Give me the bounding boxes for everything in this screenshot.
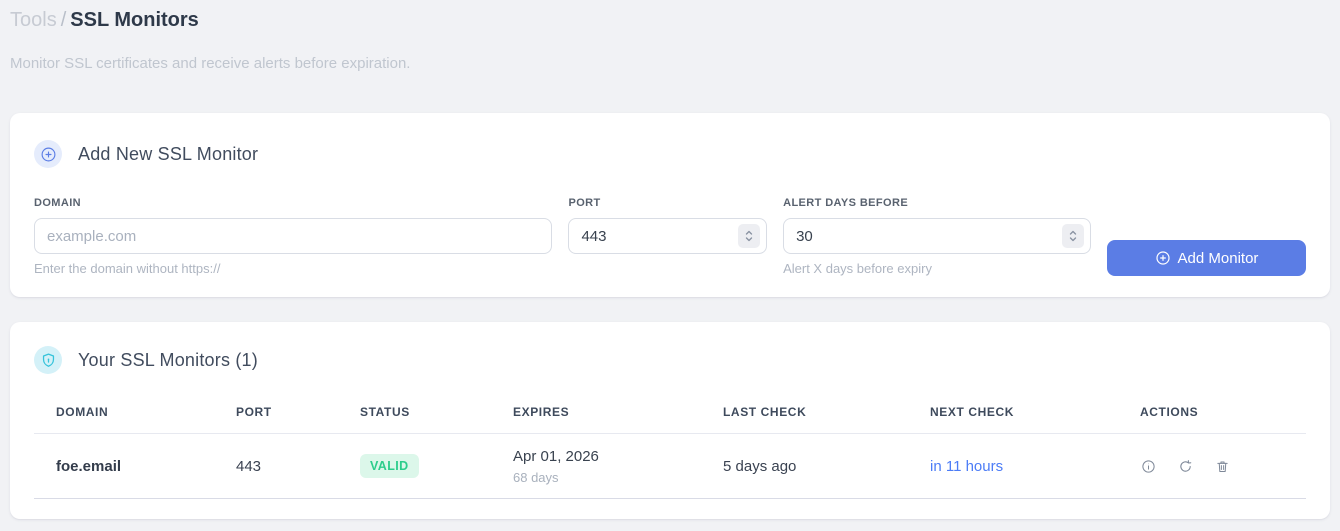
alert-days-stepper[interactable] xyxy=(1061,224,1084,248)
col-header-status: STATUS xyxy=(338,405,491,434)
alert-days-input[interactable] xyxy=(783,218,1091,254)
alert-days-label: ALERT DAYS BEFORE xyxy=(783,197,909,209)
monitors-table: DOMAIN PORT STATUS EXPIRES LAST CHECK NE… xyxy=(34,405,1306,499)
col-header-port: PORT xyxy=(214,405,338,434)
port-label: PORT xyxy=(568,197,601,209)
port-field-group: PORT xyxy=(568,197,768,254)
monitor-domain: foe.email xyxy=(34,433,214,499)
shield-icon xyxy=(34,346,62,374)
monitor-actions-cell xyxy=(1118,433,1306,499)
port-stepper[interactable] xyxy=(738,224,761,248)
table-row: foe.email 443 VALID Apr 01, 2026 68 days… xyxy=(34,433,1306,499)
monitor-status-cell: VALID xyxy=(338,433,491,499)
plus-circle-icon xyxy=(34,140,62,168)
breadcrumb-tools-link[interactable]: Tools xyxy=(10,9,57,31)
breadcrumb-separator: / xyxy=(60,9,67,31)
monitor-last-check: 5 days ago xyxy=(701,433,908,499)
col-header-expires: EXPIRES xyxy=(491,405,701,434)
table-header-row: DOMAIN PORT STATUS EXPIRES LAST CHECK NE… xyxy=(34,405,1306,434)
page-title: SSL Monitors xyxy=(70,9,199,31)
col-header-domain: DOMAIN xyxy=(34,405,214,434)
expires-date: Apr 01, 2026 xyxy=(513,447,599,465)
col-header-actions: ACTIONS xyxy=(1118,405,1306,434)
info-icon[interactable] xyxy=(1140,458,1157,475)
ssl-monitors-page: Tools / SSL Monitors Monitor SSL certifica… xyxy=(0,0,1340,519)
expires-days-remaining: 68 days xyxy=(513,469,559,485)
monitors-card-title: Your SSL Monitors (1) xyxy=(78,349,258,370)
col-header-next-check: NEXT CHECK xyxy=(908,405,1118,434)
add-monitor-button-label: Add Monitor xyxy=(1177,249,1259,267)
trash-icon[interactable] xyxy=(1214,458,1231,475)
alert-days-helper-text: Alert X days before expiry xyxy=(783,261,932,276)
col-header-last-check: LAST CHECK xyxy=(701,405,908,434)
breadcrumb: Tools / SSL Monitors xyxy=(10,6,1330,34)
monitors-card-header: Your SSL Monitors (1) xyxy=(34,346,1306,374)
alert-days-field-group: ALERT DAYS BEFORE Alert X days before ex… xyxy=(783,197,1091,276)
monitor-port: 443 xyxy=(214,433,338,499)
domain-input[interactable] xyxy=(34,218,553,254)
plus-circle-icon xyxy=(1155,250,1171,266)
domain-label: DOMAIN xyxy=(34,197,82,209)
monitors-card: Your SSL Monitors (1) DOMAIN PORT STATUS… xyxy=(10,322,1330,519)
add-monitor-card-title: Add New SSL Monitor xyxy=(78,143,259,164)
page-subtitle: Monitor SSL certificates and receive ale… xyxy=(10,55,411,72)
add-monitor-form: DOMAIN Enter the domain without https://… xyxy=(34,197,1306,276)
add-monitor-card: Add New SSL Monitor DOMAIN Enter the dom… xyxy=(10,113,1330,297)
domain-helper-text: Enter the domain without https:// xyxy=(34,261,221,276)
add-monitor-button[interactable]: Add Monitor xyxy=(1106,240,1306,276)
domain-field-group: DOMAIN Enter the domain without https:// xyxy=(34,197,553,276)
refresh-icon[interactable] xyxy=(1177,458,1194,475)
monitor-next-check: in 11 hours xyxy=(908,433,1118,499)
monitor-expires-cell: Apr 01, 2026 68 days xyxy=(491,433,701,499)
status-badge: VALID xyxy=(360,454,419,478)
add-monitor-card-header: Add New SSL Monitor xyxy=(34,140,1306,168)
